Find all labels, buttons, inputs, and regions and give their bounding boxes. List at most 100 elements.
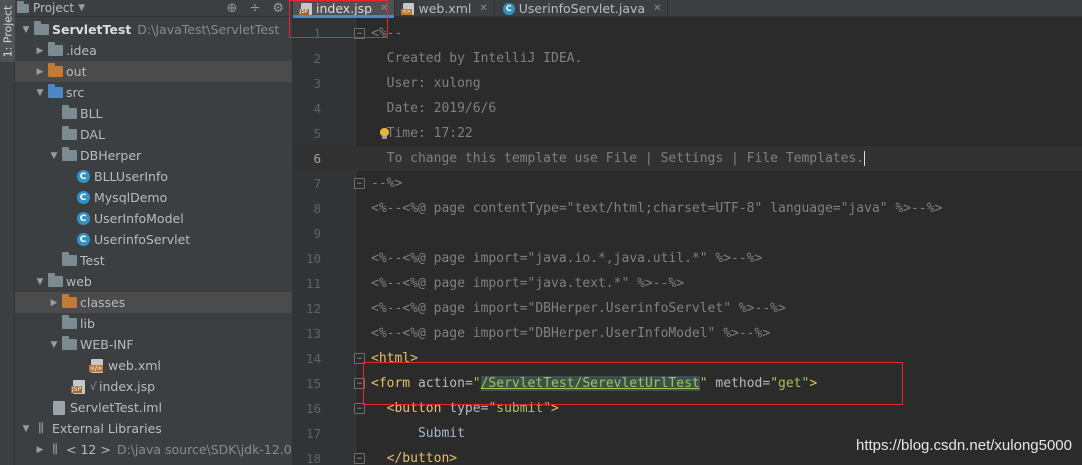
tree-item-label: BLL xyxy=(80,106,103,121)
tree-item-label: BLLUserInfo xyxy=(94,169,169,184)
code-line: 11 <%--<%@ page import="java.text.*" %>-… xyxy=(293,271,1082,296)
code-text: <html> xyxy=(371,351,418,366)
code-text: <%--<%@ page import="java.io.*,java.util… xyxy=(371,251,763,266)
java-class-icon: C xyxy=(75,233,91,247)
code-line: 5 Time: 17:22 xyxy=(293,121,1082,146)
project-tool-tab[interactable]: 1: Project xyxy=(0,0,15,62)
watermark: https://blog.csdn.net/xulong5000 xyxy=(856,437,1072,454)
tree-item-path: D:\java source\SDK\jdk-12.0.1 xyxy=(116,442,292,457)
close-icon[interactable]: ✕ xyxy=(653,3,661,14)
code-line-current: 6 To change this template use File | Set… xyxy=(293,146,1082,171)
line-number: 5 xyxy=(313,126,321,141)
package-icon xyxy=(61,252,77,268)
collapsed-arrow-icon[interactable]: ▶ xyxy=(33,445,47,455)
tree-item-label: DAL xyxy=(80,127,105,142)
fold-marker-icon[interactable]: − xyxy=(354,178,365,189)
fold-marker-icon[interactable]: − xyxy=(354,453,365,464)
code-line: 1 − <%-- xyxy=(293,21,1082,46)
code-line: 13 <%--<%@ page import="DBHerper.UserInf… xyxy=(293,321,1082,346)
expand-arrow-icon[interactable]: ▼ xyxy=(47,151,61,161)
close-icon[interactable]: ✕ xyxy=(380,3,388,14)
tab-label: UserinfoServlet.java xyxy=(518,1,646,16)
tree-item-lib[interactable]: lib xyxy=(15,313,292,334)
code-line: 2 Created by IntelliJ IDEA. xyxy=(293,46,1082,71)
tree-item-external-libraries[interactable]: ▼ ⫼ External Libraries xyxy=(15,418,292,439)
tab-web-xml[interactable]: web.xml ✕ xyxy=(395,0,495,17)
tool-window-strip: 1: Project xyxy=(0,0,15,465)
code-text: <%--<%@ page import="DBHerper.UserinfoSe… xyxy=(371,301,786,316)
tree-item-idea[interactable]: ▶ .idea xyxy=(15,40,292,61)
line-number: 9 xyxy=(313,226,321,241)
line-number: 3 xyxy=(313,76,321,91)
project-panel-title: Project xyxy=(33,1,75,15)
expand-arrow-icon[interactable]: ▼ xyxy=(19,25,33,35)
code-editor[interactable]: 1 − <%-- 2 Created by IntelliJ IDEA. 3 U… xyxy=(293,18,1082,465)
code-line: 8 <%--<%@ page contentType="text/html;ch… xyxy=(293,196,1082,221)
tree-item-userinfoservlet[interactable]: C UserinfoServlet xyxy=(15,229,292,250)
expand-arrow-icon[interactable]: ▼ xyxy=(47,340,61,350)
code-text: Time: 17:22 xyxy=(371,126,473,141)
java-class-icon: C xyxy=(75,191,91,205)
code-text: --%> xyxy=(371,176,403,191)
module-file-icon xyxy=(51,400,67,415)
gear-icon[interactable]: ⚙ xyxy=(272,1,284,16)
code-text: </button> xyxy=(386,451,458,465)
expand-arrow-icon[interactable]: ▼ xyxy=(33,277,47,287)
fold-marker-icon[interactable]: − xyxy=(354,403,365,414)
tree-item-servlettest[interactable]: ▼ ServletTest D:\JavaTest\ServletTest xyxy=(15,19,292,40)
code-line: 9 xyxy=(293,221,1082,246)
code-line: 12 <%--<%@ page import="DBHerper.Userinf… xyxy=(293,296,1082,321)
xml-file-icon xyxy=(89,358,105,373)
expand-arrow-icon[interactable]: ▼ xyxy=(19,424,33,434)
line-number: 16 xyxy=(305,401,321,416)
code-line: 3 User: xulong xyxy=(293,71,1082,96)
tree-item-test[interactable]: Test xyxy=(15,250,292,271)
tree-item-web-xml[interactable]: web.xml xyxy=(15,355,292,376)
code-text: <%--<%@ page import="java.text.*" %>--%> xyxy=(371,276,685,291)
project-panel-header: Project ▼ ⊕ ÷ ⚙ xyxy=(15,0,292,17)
tree-item-out[interactable]: ▶ out xyxy=(15,61,292,82)
fold-marker-icon[interactable]: − xyxy=(354,353,365,364)
java-class-icon: C xyxy=(75,170,91,184)
project-view-selector[interactable]: Project ▼ xyxy=(17,0,85,15)
collapsed-arrow-icon[interactable]: ▶ xyxy=(33,46,47,56)
fold-marker-icon[interactable]: − xyxy=(354,28,365,39)
fold-marker-icon[interactable]: − xyxy=(354,378,365,389)
line-number: 11 xyxy=(305,276,321,291)
expand-arrow-icon[interactable]: ▼ xyxy=(33,88,47,98)
collapsed-arrow-icon[interactable]: ▶ xyxy=(33,67,47,77)
tab-index-jsp[interactable]: index.jsp ✕ xyxy=(293,0,396,18)
tree-item-web-inf[interactable]: ▼ WEB-INF xyxy=(15,334,292,355)
tree-item-label: web.xml xyxy=(108,358,161,373)
tree-item-classes[interactable]: ▶ classes xyxy=(15,292,292,313)
locate-target-icon[interactable]: ⊕ xyxy=(227,1,238,16)
xml-file-icon xyxy=(401,2,415,15)
collapse-all-icon[interactable]: ÷ xyxy=(249,1,260,16)
tree-item-dbherper[interactable]: ▼ DBHerper xyxy=(15,145,292,166)
tree-item-label: MysqlDemo xyxy=(94,190,168,205)
folder-icon xyxy=(47,42,63,58)
tree-item-bll[interactable]: BLL xyxy=(15,103,292,124)
tree-item-userinfomodel[interactable]: C UserInfoModel xyxy=(15,208,292,229)
tree-item-label: DBHerper xyxy=(80,148,142,163)
tree-item-label: UserinfoServlet xyxy=(94,232,191,247)
close-icon[interactable]: ✕ xyxy=(479,3,487,14)
tree-item-src[interactable]: ▼ src xyxy=(15,82,292,103)
tree-item-web[interactable]: ▼ web xyxy=(15,271,292,292)
package-icon xyxy=(61,105,77,121)
jsp-file-icon xyxy=(71,379,87,394)
line-number: 1 xyxy=(313,26,321,41)
tree-item-label: web xyxy=(66,274,92,289)
code-line: 14 − <html> xyxy=(293,346,1082,371)
code-line: 10 <%--<%@ page import="java.io.*,java.u… xyxy=(293,246,1082,271)
line-number: 14 xyxy=(305,351,321,366)
tree-item-servlettest-iml[interactable]: ServletTest.iml xyxy=(15,397,292,418)
tree-item-dal[interactable]: DAL xyxy=(15,124,292,145)
tree-item-blluserinfo[interactable]: C BLLUserInfo xyxy=(15,166,292,187)
tab-userinfoservlet-java[interactable]: C UserinfoServlet.java ✕ xyxy=(495,0,669,17)
tree-item-mysqldemo[interactable]: C MysqlDemo xyxy=(15,187,292,208)
tree-item-index-jsp[interactable]: √ index.jsp xyxy=(15,376,292,397)
code-line: 15 − <form action="/ServletTest/Serevlet… xyxy=(293,371,1082,396)
tree-item-jdk[interactable]: ▶ ⫼ < 12 > D:\java source\SDK\jdk-12.0.1 xyxy=(15,439,292,460)
collapsed-arrow-icon[interactable]: ▶ xyxy=(47,298,61,308)
